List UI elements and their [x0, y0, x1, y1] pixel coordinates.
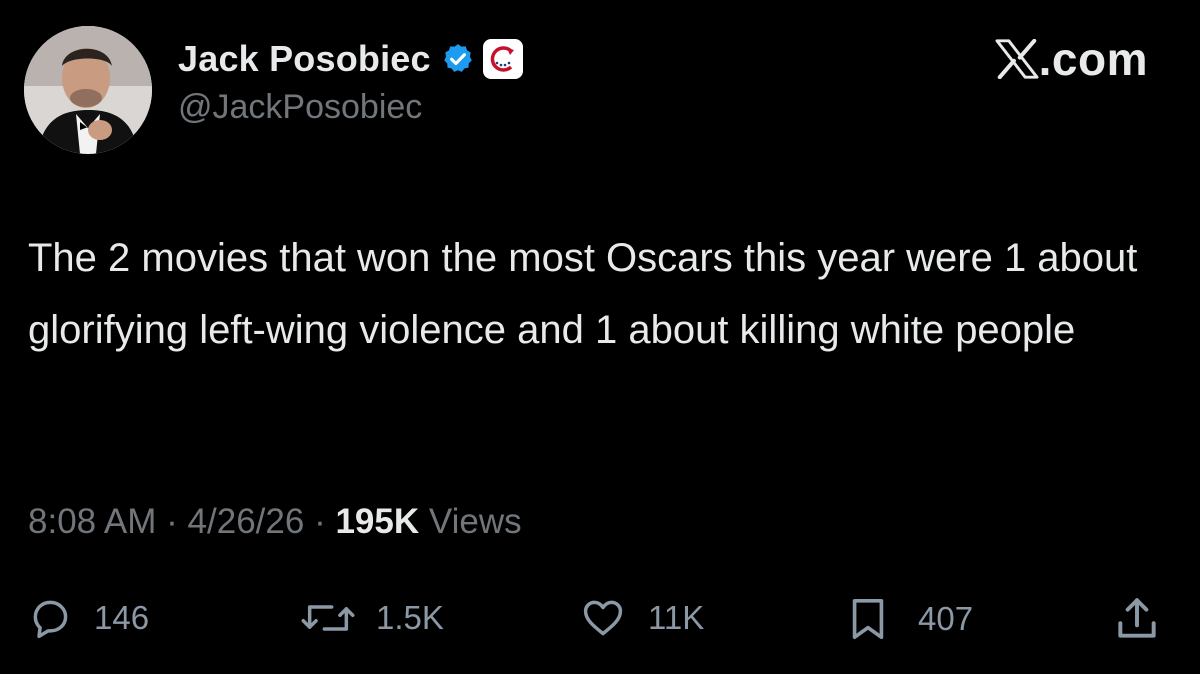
reply-count: 146 [94, 599, 150, 636]
meta-separator: · [166, 502, 188, 541]
avatar-photo [24, 26, 152, 154]
share-icon [1118, 598, 1156, 638]
name-row: Jack Posobiec [178, 36, 523, 82]
reply-icon [33, 600, 68, 639]
meta-separator: · [314, 502, 336, 541]
tweet-time[interactable]: 8:08 AM [28, 502, 156, 541]
views-label: Views [428, 502, 522, 541]
views-count: 195K [335, 502, 420, 541]
avatar[interactable] [24, 26, 152, 154]
share-button[interactable] [1112, 594, 1162, 644]
brand: .com [995, 32, 1148, 86]
tweet-header: Jack Posobiec @JackPosobiec [178, 36, 523, 127]
tweet-date[interactable]: 4/26/26 [188, 502, 305, 541]
reply-button[interactable]: 146 [28, 596, 149, 640]
repost-button[interactable]: 1.5K [300, 596, 444, 640]
repost-count: 1.5K [376, 599, 444, 636]
verified-badge-icon [441, 42, 475, 76]
repost-icon [301, 605, 355, 631]
like-button[interactable]: 11K [580, 596, 704, 640]
x-logo-icon [995, 39, 1039, 79]
like-icon [583, 600, 623, 636]
brand-label: .com [1038, 33, 1148, 85]
author-handle[interactable]: @JackPosobiec [178, 88, 523, 127]
bookmark-count: 407 [918, 600, 974, 637]
affiliation-badge-icon[interactable] [482, 39, 523, 79]
bookmark-button[interactable]: 407 [848, 596, 973, 642]
tweet-meta: 8:08 AM · 4/26/26 · 195K Views [28, 502, 522, 542]
like-count: 11K [648, 599, 705, 636]
tweet-text: The 2 movies that won the most Oscars th… [28, 236, 1138, 352]
bookmark-icon [852, 598, 884, 640]
author-name[interactable]: Jack Posobiec [178, 38, 431, 80]
action-bar: 146 1.5K 11K 407 [0, 592, 1200, 652]
